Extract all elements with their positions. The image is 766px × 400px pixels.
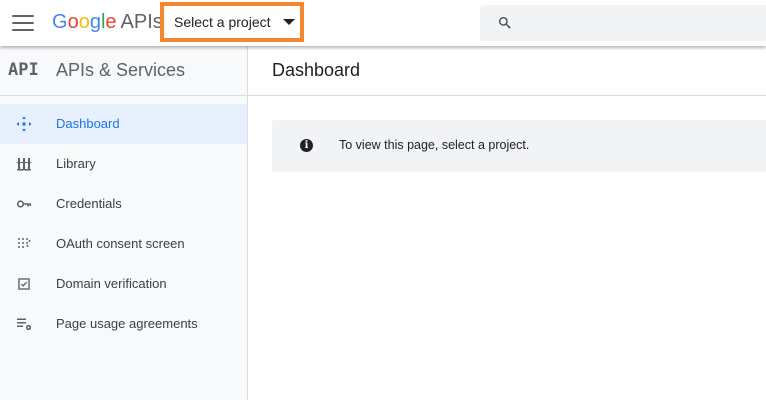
logo-letter: o (67, 11, 79, 33)
search-icon[interactable] (497, 15, 513, 31)
settings-list-icon (17, 318, 32, 331)
logo-letter: G (52, 11, 68, 33)
checkbox-icon (18, 278, 30, 290)
sidebar-item-label: Dashboard (56, 116, 120, 131)
sidebar-item-oauth-consent-screen[interactable]: OAuth consent screen (0, 224, 247, 264)
logo-letter: g (89, 11, 101, 33)
page-header: Dashboard (248, 46, 766, 96)
api-badge-icon: API (8, 60, 39, 80)
sidebar-item-dashboard[interactable]: Dashboard (0, 104, 247, 144)
select-project-notice: i To view this page, select a project. (272, 120, 766, 172)
sidebar-item-label: OAuth consent screen (56, 236, 185, 251)
info-icon: i (300, 139, 313, 152)
sidebar-item-label: Domain verification (56, 276, 167, 291)
sidebar-item-credentials[interactable]: Credentials (0, 184, 247, 224)
select-project-dropdown[interactable]: Select a project (160, 2, 304, 42)
main-content: Dashboard i To view this page, select a … (248, 46, 766, 400)
oauth-consent-icon (18, 238, 31, 248)
library-icon (17, 158, 31, 171)
sidebar-item-domain-verification[interactable]: Domain verification (0, 264, 247, 304)
google-apis-logo[interactable]: Google APIs (52, 10, 163, 34)
sidebar-item-label: Page usage agreements (56, 316, 198, 331)
dashboard-icon (16, 116, 32, 132)
sidebar-title: APIs & Services (56, 60, 186, 80)
sidebar-item-label: Credentials (56, 196, 122, 211)
key-icon (16, 200, 32, 208)
sidebar-item-page-usage-agreements[interactable]: Page usage agreements (0, 304, 247, 344)
logo-product-name: APIs (120, 11, 163, 33)
notice-text: To view this page, select a project. (339, 138, 530, 152)
logo-letter: o (78, 11, 90, 33)
sidebar-item-library[interactable]: Library (0, 144, 247, 184)
hamburger-menu-icon[interactable] (12, 13, 34, 33)
sidebar: API APIs & Services Dashboard Library Cr… (0, 46, 248, 400)
logo-letter: e (105, 11, 117, 33)
caret-down-icon (282, 19, 295, 25)
search-input[interactable] (524, 5, 758, 43)
select-project-label: Select a project (174, 14, 271, 30)
sidebar-item-label: Library (56, 156, 96, 171)
page-title: Dashboard (272, 60, 361, 80)
sidebar-header: API APIs & Services (0, 46, 247, 96)
search-bar[interactable] (480, 5, 766, 43)
top-app-bar: Google APIs Select a project (0, 0, 766, 46)
